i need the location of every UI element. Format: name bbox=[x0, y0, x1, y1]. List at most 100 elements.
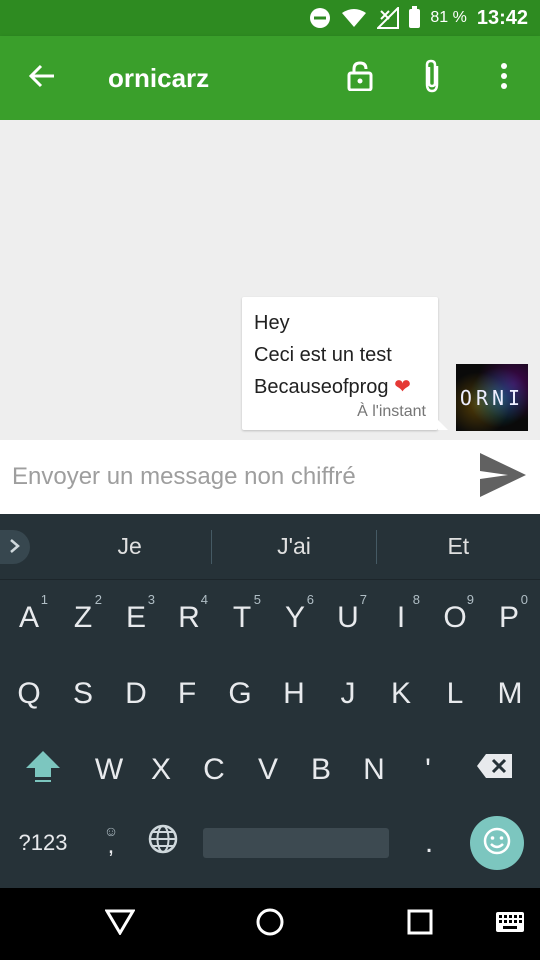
attach-button[interactable] bbox=[396, 36, 468, 120]
key-label: O bbox=[443, 601, 467, 634]
key-hint: 1 bbox=[40, 592, 48, 607]
avatar[interactable]: ORNI bbox=[456, 364, 528, 431]
key-b[interactable]: B bbox=[294, 732, 348, 808]
key-hint: 9 bbox=[466, 592, 474, 607]
do-not-disturb-icon bbox=[309, 7, 331, 29]
shift-key[interactable] bbox=[16, 732, 70, 808]
suggestion-strip: Je J'ai Et bbox=[0, 514, 540, 580]
language-key[interactable] bbox=[136, 814, 190, 872]
suggestion-item[interactable]: J'ai bbox=[212, 533, 375, 560]
key-v[interactable]: V bbox=[241, 732, 295, 808]
backspace-key[interactable] bbox=[468, 732, 522, 808]
battery-percent: 81 % bbox=[430, 9, 467, 26]
key-row-2: Q S D F G H J K L M bbox=[0, 656, 540, 732]
more-vert-icon bbox=[500, 62, 508, 94]
on-screen-keyboard: Je J'ai Et A1 Z2 E3 R4 T5 Y6 U7 I8 O9 P0… bbox=[0, 514, 540, 888]
keyboard-switch-icon bbox=[495, 911, 525, 938]
key-hint: 8 bbox=[412, 592, 420, 607]
back-button[interactable] bbox=[0, 36, 84, 120]
expand-suggestions-button[interactable] bbox=[0, 529, 30, 564]
shift-icon bbox=[24, 747, 62, 793]
key-row-1: A1 Z2 E3 R4 T5 Y6 U7 I8 O9 P0 bbox=[0, 580, 540, 656]
key-i[interactable]: I8 bbox=[374, 580, 428, 656]
key-a[interactable]: A1 bbox=[2, 580, 56, 656]
battery-icon bbox=[409, 5, 421, 28]
key-y[interactable]: Y6 bbox=[268, 580, 322, 656]
key-q[interactable]: Q bbox=[2, 656, 56, 732]
smiley-icon bbox=[482, 826, 512, 861]
key-label: Y bbox=[284, 601, 305, 634]
emoji-button[interactable] bbox=[470, 816, 524, 870]
key-u[interactable]: U7 bbox=[321, 580, 375, 656]
key-s[interactable]: S bbox=[56, 656, 110, 732]
key-d[interactable]: D bbox=[109, 656, 163, 732]
key-label: T bbox=[232, 601, 252, 634]
space-bar[interactable] bbox=[203, 828, 389, 858]
send-button[interactable] bbox=[476, 450, 530, 504]
period-key[interactable]: . bbox=[402, 814, 456, 872]
backspace-icon bbox=[476, 753, 514, 787]
key-apostrophe[interactable]: ' bbox=[401, 732, 455, 808]
encryption-toggle-button[interactable] bbox=[324, 36, 396, 120]
comma-key[interactable]: ☺ , bbox=[84, 814, 138, 872]
key-hint: 7 bbox=[359, 592, 367, 607]
key-label: R bbox=[178, 601, 200, 634]
key-hint: 6 bbox=[306, 592, 314, 607]
send-icon bbox=[478, 451, 528, 504]
key-z[interactable]: Z2 bbox=[56, 580, 110, 656]
key-t[interactable]: T5 bbox=[215, 580, 269, 656]
avatar-text: ORNI bbox=[459, 385, 525, 410]
message-list[interactable]: Hey Ceci est un test Becauseofprog ❤ À l… bbox=[0, 120, 540, 440]
key-label: U bbox=[337, 601, 359, 634]
home-circle-icon bbox=[255, 907, 285, 942]
back-triangle-icon bbox=[104, 909, 136, 940]
key-label: P bbox=[498, 601, 519, 634]
unlock-icon bbox=[347, 60, 373, 96]
key-x[interactable]: X bbox=[134, 732, 188, 808]
key-hint: 2 bbox=[94, 592, 102, 607]
system-navigation-bar bbox=[0, 888, 540, 960]
message-line: Hey bbox=[254, 312, 290, 334]
key-l[interactable]: L bbox=[428, 656, 482, 732]
key-label: A bbox=[18, 601, 39, 634]
recents-square-icon bbox=[407, 909, 433, 940]
app-bar: ornicarz bbox=[0, 36, 540, 120]
nav-recents-button[interactable] bbox=[396, 900, 444, 948]
key-h[interactable]: H bbox=[267, 656, 321, 732]
suggestion-item[interactable]: Et bbox=[377, 533, 540, 560]
key-label: I bbox=[396, 601, 406, 634]
key-p[interactable]: P0 bbox=[482, 580, 536, 656]
key-e[interactable]: E3 bbox=[109, 580, 163, 656]
emoji-hint: ☺ bbox=[103, 823, 119, 839]
key-k[interactable]: K bbox=[374, 656, 428, 732]
key-w[interactable]: W bbox=[82, 732, 136, 808]
chevron-right-icon bbox=[9, 534, 21, 560]
overflow-menu-button[interactable] bbox=[468, 36, 540, 120]
key-row-4: ?123 ☺ , . bbox=[0, 814, 540, 874]
key-label: E bbox=[125, 601, 146, 634]
key-g[interactable]: G bbox=[213, 656, 267, 732]
keyboard-switch-button[interactable] bbox=[486, 900, 534, 948]
key-n[interactable]: N bbox=[347, 732, 401, 808]
message-bubble[interactable]: Hey Ceci est un test Becauseofprog ❤ À l… bbox=[242, 297, 448, 430]
message-input[interactable] bbox=[12, 463, 452, 491]
back-arrow-icon bbox=[28, 62, 56, 95]
globe-icon bbox=[148, 824, 178, 862]
key-r[interactable]: R4 bbox=[162, 580, 216, 656]
key-f[interactable]: F bbox=[160, 656, 214, 732]
key-o[interactable]: O9 bbox=[428, 580, 482, 656]
key-hint: 3 bbox=[147, 592, 155, 607]
symbols-key[interactable]: ?123 bbox=[14, 814, 72, 872]
key-c[interactable]: C bbox=[187, 732, 241, 808]
attach-icon bbox=[422, 58, 442, 99]
key-m[interactable]: M bbox=[483, 656, 537, 732]
messaging-screen: 81 % 13:42 ornicarz Hey Ceci est un test… bbox=[0, 0, 540, 960]
nav-home-button[interactable] bbox=[246, 900, 294, 948]
conversation-title: ornicarz bbox=[108, 62, 210, 93]
key-j[interactable]: J bbox=[321, 656, 375, 732]
message-line: Becauseofprog bbox=[254, 376, 389, 398]
compose-bar bbox=[0, 440, 540, 514]
nav-back-button[interactable] bbox=[96, 900, 144, 948]
no-signal-icon bbox=[377, 7, 400, 29]
suggestion-item[interactable]: Je bbox=[48, 533, 211, 560]
